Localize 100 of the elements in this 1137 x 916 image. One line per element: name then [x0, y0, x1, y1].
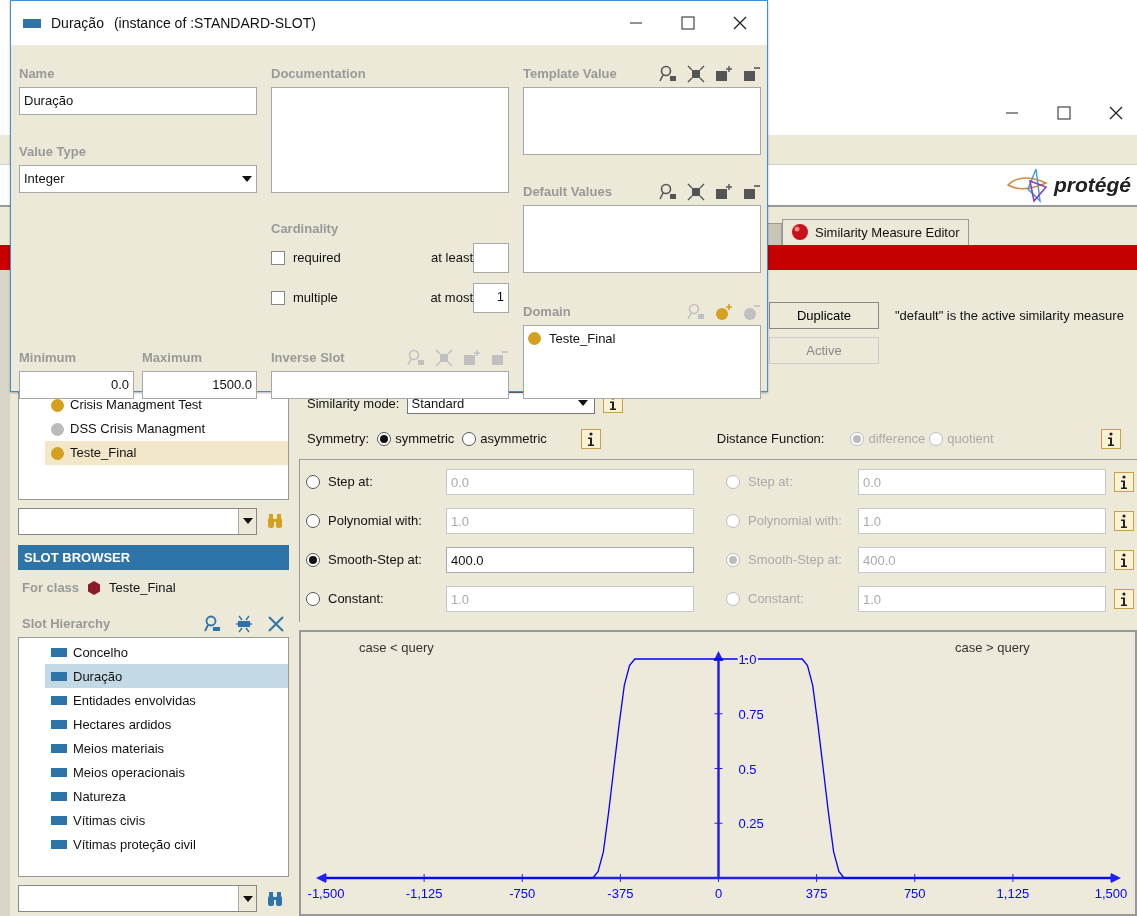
- remove-icon[interactable]: [743, 65, 761, 83]
- option-label: Smooth-Step at:: [328, 550, 422, 569]
- add-icon[interactable]: [715, 65, 733, 83]
- field-label: Symmetry:: [307, 430, 370, 449]
- checkbox[interactable]: [271, 290, 285, 305]
- slot-item[interactable]: Meios materiais: [45, 736, 288, 761]
- slot-icon: [51, 695, 67, 705]
- tab[interactable]: Similarity Measure Editor: [782, 218, 969, 245]
- slot-item[interactable]: Vítimas proteção civil: [45, 832, 288, 857]
- checkbox-label: required: [293, 248, 341, 267]
- radio-button[interactable]: [306, 474, 320, 489]
- field-label: Inverse Slot: [271, 348, 345, 367]
- input-field[interactable]: 0.0: [19, 371, 134, 399]
- info-icon[interactable]: [1114, 471, 1134, 492]
- field-label: at least: [431, 248, 473, 267]
- slot-icon: [51, 839, 67, 849]
- caret-icon: [242, 518, 253, 525]
- input-field[interactable]: Duração: [19, 87, 257, 115]
- button[interactable]: Duplicate: [769, 302, 879, 329]
- tick-label: 0.5: [738, 761, 757, 777]
- tick-label: -1,500: [307, 886, 345, 901]
- info-icon[interactable]: [1114, 549, 1134, 570]
- protege-logo-icon: [1006, 167, 1050, 203]
- search-icon[interactable]: [659, 65, 677, 83]
- field-label: Value Type: [19, 142, 86, 161]
- search-icon[interactable]: [203, 615, 221, 634]
- binoculars-icon[interactable]: [267, 513, 283, 530]
- input-field[interactable]: [271, 371, 509, 399]
- slot-item[interactable]: Duração: [45, 664, 288, 689]
- field-label: Template Value: [523, 64, 617, 83]
- search-icon[interactable]: [659, 183, 677, 201]
- info-icon[interactable]: [1114, 588, 1134, 609]
- slot-icon: [51, 647, 67, 657]
- binoculars-icon[interactable]: [267, 890, 283, 907]
- option-label: Smooth-Step at:: [748, 550, 842, 569]
- chart-annotation: case > query: [955, 640, 1030, 655]
- radio-button[interactable]: [306, 591, 320, 606]
- field-label: Distance Function:: [716, 430, 825, 449]
- remove-icon[interactable]: [743, 183, 761, 201]
- tick-label: -375: [607, 886, 634, 901]
- radio-button[interactable]: [462, 431, 477, 446]
- field-label: Similarity mode:: [307, 394, 400, 413]
- domain-item[interactable]: Teste_Final: [528, 329, 756, 349]
- class-item[interactable]: DSS Crisis Managment: [45, 417, 288, 441]
- field-label: Slot Hierarchy: [22, 614, 111, 633]
- add-icon[interactable]: [715, 183, 733, 201]
- option-label: Constant:: [328, 589, 384, 608]
- close-icon[interactable]: [733, 16, 747, 30]
- field-label: Default Values: [523, 182, 612, 201]
- slot-icon: [23, 18, 41, 28]
- class-item[interactable]: Teste_Final: [45, 441, 288, 465]
- slot-item[interactable]: Concelho: [45, 640, 288, 665]
- search-combo[interactable]: [18, 885, 257, 912]
- field-label: Documentation: [271, 64, 366, 83]
- option-label: symmetric: [395, 430, 455, 449]
- hexagon-icon: [87, 581, 102, 596]
- radio-button[interactable]: [306, 552, 320, 567]
- input-field[interactable]: 400.0: [446, 546, 694, 573]
- tick-label: 0.25: [738, 816, 764, 832]
- value-type-dropdown[interactable]: Integer: [19, 165, 257, 193]
- field-label: For class: [22, 579, 80, 598]
- target-icon[interactable]: [687, 65, 705, 83]
- slot-item[interactable]: Entidades envolvidas: [45, 688, 288, 713]
- slot-item[interactable]: Vítimas civis: [45, 808, 288, 833]
- logo-text: protégé: [1054, 172, 1131, 199]
- info-icon[interactable]: [1101, 428, 1121, 449]
- target-icon[interactable]: [235, 615, 253, 634]
- option-label: Polynomial with:: [748, 511, 842, 530]
- slot-icon: [51, 767, 67, 777]
- info-icon[interactable]: [580, 428, 601, 449]
- slot-icon: [51, 671, 67, 681]
- close-icon[interactable]: [1109, 105, 1123, 120]
- option-label: difference: [868, 430, 926, 449]
- target-icon[interactable]: [687, 183, 705, 201]
- slot-item[interactable]: Meios operacionais: [45, 760, 288, 785]
- field-label: Name: [19, 64, 55, 83]
- input-field[interactable]: [473, 242, 509, 273]
- tick-label: 1,125: [996, 886, 1030, 901]
- text-area[interactable]: [271, 87, 509, 193]
- checkbox-label: multiple: [293, 288, 338, 307]
- tick-label: -1,125: [405, 886, 443, 901]
- radio-button[interactable]: [377, 431, 392, 446]
- info-icon[interactable]: [1114, 510, 1134, 531]
- input-field[interactable]: 1: [473, 282, 509, 313]
- checkbox[interactable]: [271, 250, 285, 265]
- tick-label: 0: [714, 886, 723, 901]
- radio-button[interactable]: [306, 513, 320, 528]
- slot-item[interactable]: Natureza: [45, 784, 288, 809]
- slot-item[interactable]: Hectares ardidos: [45, 712, 288, 737]
- status-text: "default" is the active similarity measure: [895, 307, 1124, 325]
- tick-label: 375: [805, 886, 828, 901]
- slot-icon: [51, 791, 67, 801]
- maximize-icon[interactable]: [1057, 105, 1071, 120]
- search-combo[interactable]: [18, 507, 257, 535]
- maximize-icon[interactable]: [681, 16, 695, 30]
- input-field[interactable]: 1500.0: [142, 371, 257, 399]
- field-label: at most: [430, 288, 473, 307]
- field-label: Maximum: [142, 348, 203, 367]
- field-label: Domain: [523, 302, 571, 321]
- window-title: Duração: [51, 13, 104, 33]
